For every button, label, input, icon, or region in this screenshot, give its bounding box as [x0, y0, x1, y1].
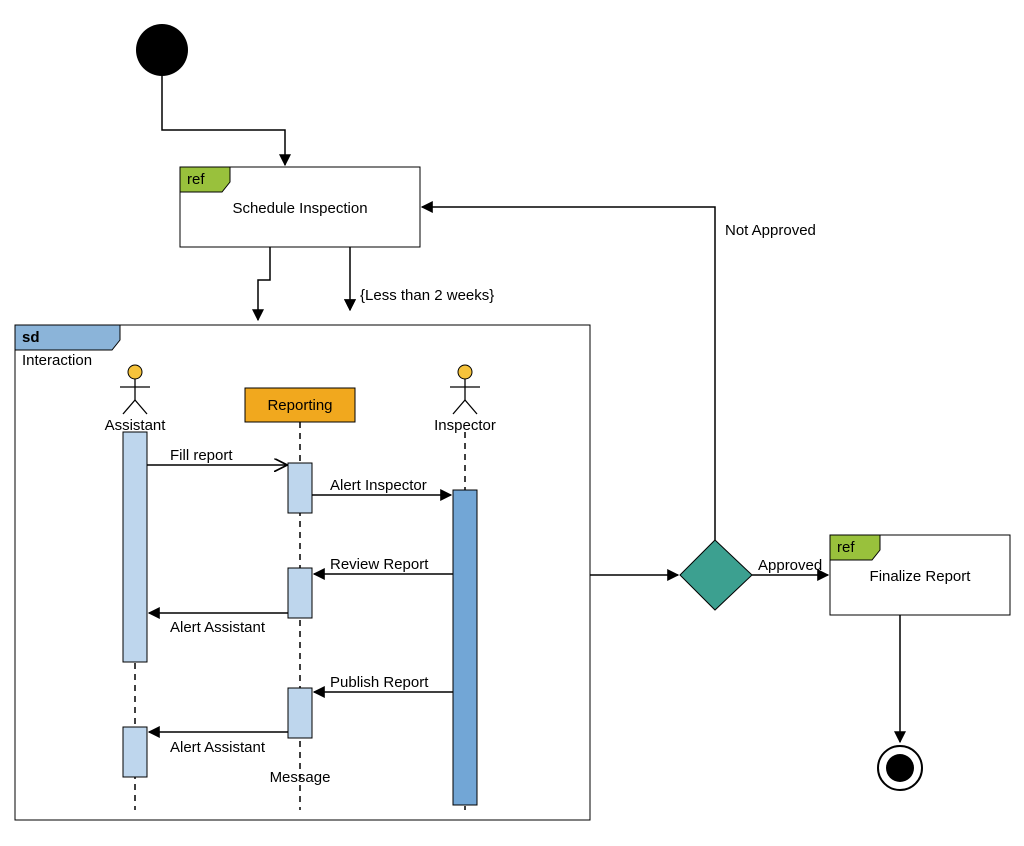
- finalize-report-frame: ref Finalize Report: [830, 535, 1010, 615]
- schedule-inspection-frame: ref Schedule Inspection: [180, 167, 420, 247]
- initial-node: [136, 24, 188, 76]
- activation-inspector: [453, 490, 477, 805]
- activation-assistant-main: [123, 432, 147, 662]
- message-footer-label: Message: [270, 769, 331, 786]
- actor-inspector-label: Inspector: [434, 417, 496, 434]
- activation-reporting-2: [288, 568, 312, 618]
- final-node: [878, 746, 922, 790]
- actor-assistant-label: Assistant: [105, 417, 167, 434]
- constraint-label: {Less than 2 weeks}: [360, 287, 494, 304]
- activation-assistant-small: [123, 727, 147, 777]
- finalize-frame-tag: ref: [837, 539, 855, 556]
- interaction-frame-title: Interaction: [22, 352, 92, 369]
- component-reporting: Reporting: [245, 388, 355, 422]
- msg-review-report-label: Review Report: [330, 556, 429, 573]
- interaction-overview-diagram: ref Schedule Inspection {Less than 2 wee…: [0, 0, 1024, 846]
- component-reporting-label: Reporting: [267, 397, 332, 414]
- activation-reporting-1: [288, 463, 312, 513]
- not-approved-label: Not Approved: [725, 222, 816, 239]
- approved-label: Approved: [758, 557, 822, 574]
- msg-alert-inspector-label: Alert Inspector: [330, 477, 427, 494]
- msg-alert-assistant-2-label: Alert Assistant: [170, 739, 266, 756]
- decision-node: [680, 540, 752, 610]
- finalize-frame-title: Finalize Report: [870, 568, 972, 585]
- interaction-frame-tag: sd: [22, 329, 40, 346]
- edge-schedule-to-interaction: [258, 247, 270, 320]
- msg-alert-assistant-1-label: Alert Assistant: [170, 619, 266, 636]
- activation-reporting-3: [288, 688, 312, 738]
- msg-publish-report-label: Publish Report: [330, 674, 429, 691]
- schedule-frame-title: Schedule Inspection: [232, 200, 367, 217]
- edge-initial-to-schedule: [162, 76, 285, 165]
- schedule-frame-tag: ref: [187, 171, 205, 188]
- msg-fill-report-label: Fill report: [170, 447, 233, 464]
